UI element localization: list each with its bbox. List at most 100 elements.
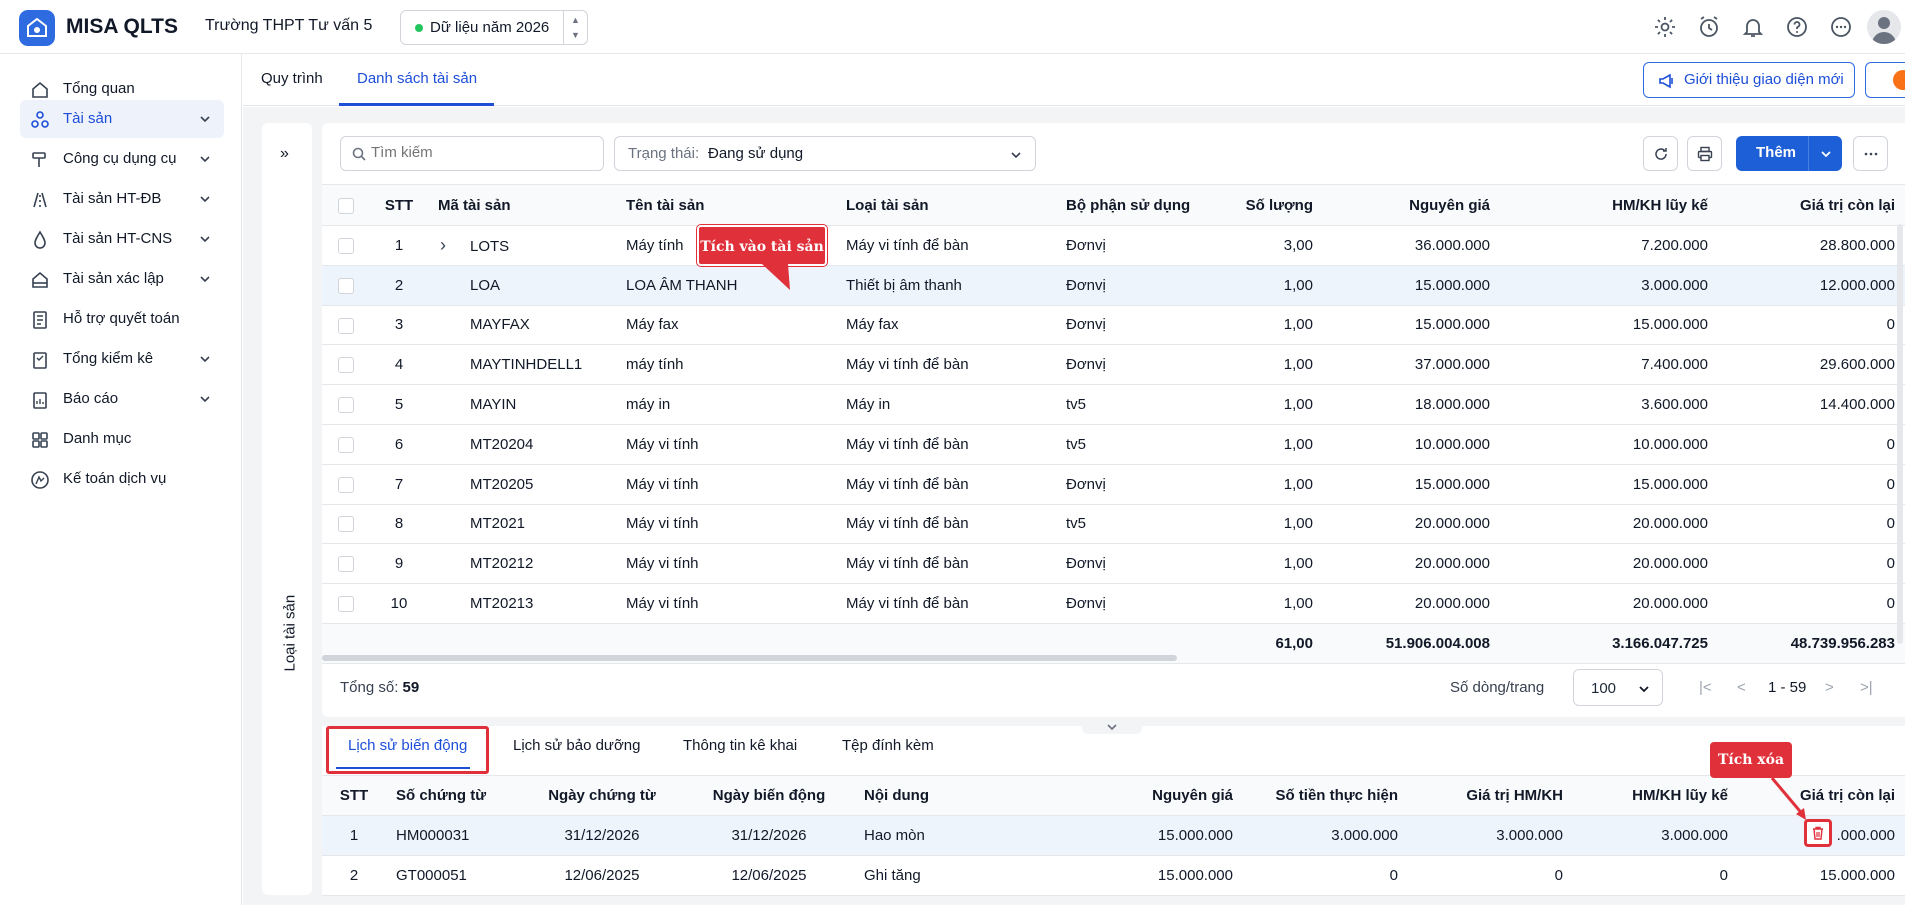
column-header[interactable]: Tên tài sản xyxy=(616,184,836,226)
history-row[interactable]: 2 GT000051 12/06/2025 12/06/2025 Ghi tăng 15.… xyxy=(322,855,1905,896)
sidebar-item-infrastructure[interactable]: Tài sản HT-ĐB xyxy=(20,180,224,218)
expand-panel-icon[interactable]: » xyxy=(280,145,289,163)
column-header[interactable]: Số tiền thực hiện xyxy=(1243,775,1408,816)
row-checkbox[interactable] xyxy=(338,476,354,493)
table-row[interactable]: 9 MT20212 Máy vi tính Máy vi tính để bàn Đơn… xyxy=(322,543,1905,585)
delete-history-button[interactable] xyxy=(1804,819,1832,847)
asset-type: Máy vi tính để bàn xyxy=(836,504,1056,545)
school-name[interactable]: Trường THPT Tư vấn 5 xyxy=(205,17,372,35)
tab-declaration-info[interactable]: Thông tin kê khai xyxy=(683,737,797,754)
column-header[interactable]: Số chứng từ xyxy=(386,775,520,816)
status-filter[interactable]: Trạng thái: Đang sử dụng xyxy=(614,136,1036,171)
column-header[interactable]: Nội dung xyxy=(854,775,1079,816)
chevron-up-icon[interactable]: ▲ xyxy=(571,15,580,25)
data-year-selector[interactable]: Dữ liệu năm 2026 ▲ ▼ xyxy=(400,10,588,45)
sidebar-item-settlement[interactable]: Hỗ trợ quyết toán xyxy=(20,300,224,338)
search-input[interactable] xyxy=(371,144,596,161)
notification-bell-icon[interactable] xyxy=(1741,15,1765,39)
row-checkbox[interactable] xyxy=(338,317,354,334)
column-header[interactable]: Loại tài sản xyxy=(836,184,1056,226)
expand-row-icon[interactable]: › xyxy=(440,235,456,256)
previous-page-icon[interactable]: < xyxy=(1737,679,1746,696)
chevron-down-icon[interactable] xyxy=(1819,147,1833,161)
tab-attachments[interactable]: Tệp đính kèm xyxy=(842,737,934,754)
row-checkbox[interactable] xyxy=(338,596,354,613)
row-checkbox[interactable] xyxy=(338,556,354,573)
column-header[interactable]: Giá trị HM/KH xyxy=(1408,775,1573,816)
sidebar-item-clean-water[interactable]: Tài sản HT-CNS xyxy=(20,220,224,258)
more-options-icon[interactable] xyxy=(1829,15,1853,39)
sidebar-item-categories[interactable]: Danh mục xyxy=(20,420,224,458)
row-checkbox[interactable] xyxy=(338,397,354,414)
select-all-cell[interactable] xyxy=(322,184,370,226)
table-row[interactable]: 3 MAYFAX Máy fax Máy fax Đơnvị 1,00 15.000.000… xyxy=(322,305,1905,346)
sidebar-item-accounting-service[interactable]: Kế toán dịch vụ xyxy=(20,460,224,498)
asset-type-panel-label[interactable]: Loại tài sản xyxy=(282,592,299,672)
tab-process[interactable]: Quy trình xyxy=(261,70,323,87)
row-checkbox-cell xyxy=(322,424,370,465)
row-checkbox[interactable] xyxy=(338,516,354,533)
asset-name: Máy vi tính xyxy=(616,504,836,545)
column-header[interactable]: Mã tài sản xyxy=(428,184,616,226)
chevron-down-icon[interactable]: ▼ xyxy=(571,30,580,40)
table-row[interactable]: 5 MAYIN máy in Máy in tv5 1,00 18.000.000 3.600… xyxy=(322,384,1905,425)
column-header[interactable]: Ngày chứng từ xyxy=(520,775,684,816)
app-logo[interactable] xyxy=(19,10,55,46)
column-header[interactable]: STT xyxy=(322,775,386,816)
document-number-link[interactable]: GT000051 xyxy=(386,855,520,896)
row-index: 8 xyxy=(370,504,428,545)
column-header[interactable]: Giá trị còn lại xyxy=(1738,775,1905,816)
last-page-icon[interactable]: >| xyxy=(1860,679,1873,696)
column-header[interactable]: Số lượng xyxy=(1191,184,1323,226)
collapse-detail-toggle[interactable] xyxy=(1082,720,1142,734)
first-page-icon[interactable]: |< xyxy=(1699,679,1712,696)
vertical-scrollbar[interactable] xyxy=(1897,224,1903,644)
document-number-link[interactable]: HM000031 xyxy=(386,815,520,856)
column-header[interactable]: STT xyxy=(370,184,428,226)
column-header[interactable]: Nguyên giá xyxy=(1323,184,1500,226)
refresh-button[interactable] xyxy=(1643,136,1678,171)
sidebar-item-inventory[interactable]: Tổng kiểm kê xyxy=(20,340,224,378)
print-button[interactable] xyxy=(1687,136,1722,171)
table-row[interactable]: 6 MT20204 Máy vi tính Máy vi tính để bàn tv5… xyxy=(322,424,1905,465)
tab-maintenance-history[interactable]: Lịch sử bảo dưỡng xyxy=(513,737,641,754)
table-row[interactable]: 1 › LOTS Máy tính Máy vi tính để bàn Đơnvị 3,0… xyxy=(322,225,1905,266)
row-checkbox[interactable] xyxy=(338,237,354,254)
table-row[interactable]: 4 MAYTINHDELL1 máy tính Máy vi tính để bàn Đ… xyxy=(322,344,1905,386)
column-header[interactable]: Giá trị còn lại xyxy=(1718,184,1905,226)
year-spinner[interactable]: ▲ ▼ xyxy=(563,11,587,44)
row-checkbox[interactable] xyxy=(338,277,354,294)
new-ui-intro-button[interactable]: Giới thiệu giao diện mới xyxy=(1643,62,1855,98)
column-header[interactable]: Nguyên giá xyxy=(1079,775,1243,816)
next-page-icon[interactable]: > xyxy=(1825,679,1834,696)
horizontal-scrollbar[interactable] xyxy=(322,655,1177,661)
column-header[interactable]: HM/KH lũy kế xyxy=(1573,775,1738,816)
more-actions-button[interactable] xyxy=(1853,136,1888,171)
rows-per-page-select[interactable]: 100 xyxy=(1573,669,1663,706)
sidebar-item-tools[interactable]: Công cụ dụng cụ xyxy=(20,140,224,178)
search-box[interactable] xyxy=(340,136,604,171)
row-checkbox[interactable] xyxy=(338,357,354,374)
settings-gear-icon[interactable] xyxy=(1653,15,1677,39)
table-row[interactable]: 8 MT2021 Máy vi tính Máy vi tính để bàn tv5 1… xyxy=(322,504,1905,545)
user-avatar[interactable] xyxy=(1867,10,1901,44)
row-checkbox[interactable] xyxy=(338,436,354,453)
accumulated-depreciation: 0 xyxy=(1573,855,1738,896)
column-header[interactable]: Ngày biến động xyxy=(684,775,854,816)
sidebar-item-established-assets[interactable]: Tài sản xác lập xyxy=(20,260,224,298)
select-all-checkbox[interactable] xyxy=(338,197,354,214)
column-header[interactable]: Bộ phận sử dụng xyxy=(1056,184,1191,226)
callout-arrow-icon xyxy=(1770,777,1806,820)
help-icon[interactable] xyxy=(1785,15,1809,39)
sidebar-item-reports[interactable]: Báo cáo xyxy=(20,380,224,418)
column-header[interactable]: HM/KH lũy kế xyxy=(1500,184,1718,226)
history-row[interactable]: 1 HM000031 31/12/2026 31/12/2026 Hao mòn 15.0… xyxy=(322,815,1905,856)
add-asset-button[interactable]: Thêm xyxy=(1736,136,1842,171)
app-name: MISA QLTS xyxy=(66,15,178,38)
tab-asset-list[interactable]: Danh sách tài sản xyxy=(357,70,477,87)
alarm-clock-icon[interactable] xyxy=(1697,15,1721,39)
table-row[interactable]: 7 MT20205 Máy vi tính Máy vi tính để bàn Đơn… xyxy=(322,464,1905,505)
table-row[interactable]: 2 LOA LOA ÂM THANH Thiết bị âm thanh Đơnvị 1,… xyxy=(322,265,1905,306)
table-row[interactable]: 10 MT20213 Máy vi tính Máy vi tính để bàn Đơ… xyxy=(322,583,1905,624)
sidebar-item-assets[interactable]: Tài sản xyxy=(20,100,224,138)
